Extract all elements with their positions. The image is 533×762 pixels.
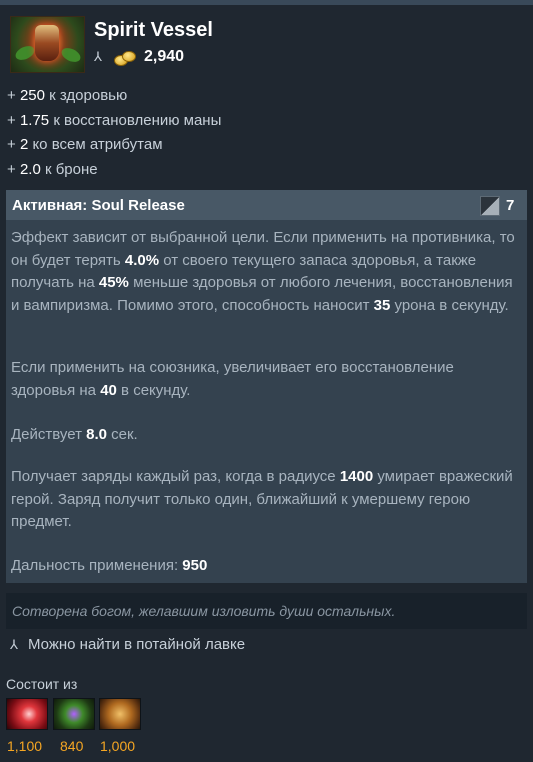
item-cost: ⅄ 2,940 — [94, 47, 184, 67]
stat-row: + 2 ко всем атрибутам — [7, 136, 163, 153]
ability-paragraph: Получает заряды каждый раз, когда в ради… — [11, 468, 513, 530]
ability-title: Активная: Soul Release — [12, 197, 185, 214]
stat-row: + 1.75 к восстановлению маны — [7, 111, 222, 129]
ability-paragraph: Действует 8.0 сек. — [11, 426, 138, 443]
secret-shop-icon: ⅄ — [10, 636, 18, 652]
urn-of-shadows-icon[interactable] — [53, 698, 95, 730]
item-header: Spirit Vessel ⅄ 2,940 — [0, 5, 533, 76]
item-cost-value: 2,940 — [144, 48, 185, 65]
lore-text: Сотворена богом, желавшим изловить души … — [12, 603, 396, 619]
ability-paragraph: Если применить на союзника, увеличивает … — [11, 359, 454, 399]
cooldown-icon — [480, 196, 500, 216]
ability-paragraph: Дальность применения: 950 — [11, 557, 208, 574]
stat-row: + 250 к здоровью — [7, 87, 128, 104]
recipe-scroll-icon[interactable] — [99, 698, 141, 730]
ability-paragraph: Эффект зависит от выбранной цели. Если п… — [11, 229, 515, 314]
lore-box: Сотворена богом, желавшим изловить души … — [6, 593, 527, 629]
component-cost: 840 — [60, 738, 84, 754]
shop-note: ⅄ Можно найти в потайной лавке — [10, 636, 245, 653]
component-cost: 1,000 — [100, 738, 136, 754]
cooldown-value: 7 — [506, 197, 515, 214]
stat-row: + 2.0 к броне — [7, 160, 98, 178]
item-title: Spirit Vessel — [94, 19, 213, 41]
component-cost: 1,100 — [7, 738, 43, 754]
shop-note-text: Можно найти в потайной лавке — [28, 636, 246, 653]
spirit-vessel-icon — [10, 16, 85, 73]
ability-header: Активная: Soul Release 7 — [6, 190, 527, 220]
gold-icon — [114, 49, 136, 66]
components-label: Состоит из — [6, 676, 78, 692]
ability-description: Эффект зависит от выбранной цели. Если п… — [6, 220, 527, 583]
stats-list: + 250 к здоровью + 1.75 к восстановлению… — [7, 84, 221, 182]
vitality-booster-icon[interactable] — [6, 698, 48, 730]
shop-icon: ⅄ — [94, 49, 102, 64]
